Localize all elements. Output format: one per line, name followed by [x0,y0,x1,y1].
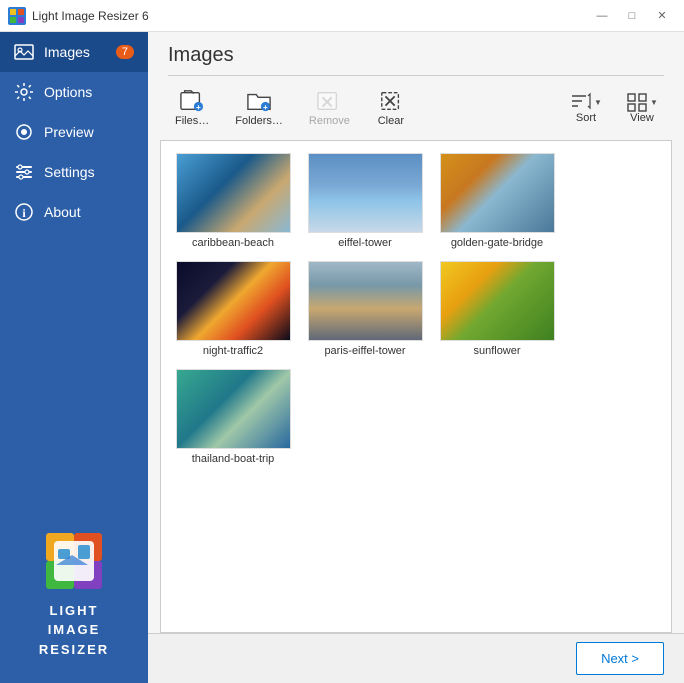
settings-icon [14,162,34,182]
list-item[interactable]: sunflower [437,261,557,357]
page-title: Images [168,44,664,67]
image-label: night-traffic2 [203,345,263,357]
list-item[interactable]: night-traffic2 [173,261,293,357]
remove-icon [317,89,341,113]
folders-label: Folders… [235,115,283,127]
remove-label: Remove [309,115,350,127]
image-thumbnail [308,261,423,341]
window-controls: — □ ✕ [588,5,676,27]
images-icon [14,42,34,62]
folders-button[interactable]: + Folders… [224,82,294,134]
image-label: eiffel-tower [338,237,392,249]
minimize-button[interactable]: — [588,5,616,27]
app-icon [8,7,26,25]
logo-text: LIGHTIMAGERESIZER [39,601,109,660]
sort-label: Sort [576,112,596,124]
clear-label: Clear [378,115,404,127]
bottom-bar: Next > [148,633,684,683]
content-header: Images [148,32,684,76]
image-grid-container[interactable]: caribbean-beach eiffel-tower golden-gate-b… [160,140,672,633]
sidebar-preview-label: Preview [44,124,94,140]
view-button[interactable]: ▼ View [616,85,668,131]
folders-icon: + [247,89,271,113]
main-layout: Images 7 Options [0,32,684,683]
about-icon: i [14,202,34,222]
options-icon [14,82,34,102]
svg-text:i: i [22,206,26,220]
list-item[interactable]: paris-eiffel-tower [305,261,425,357]
list-item[interactable]: golden-gate-bridge [437,153,557,249]
close-button[interactable]: ✕ [648,5,676,27]
image-label: thailand-boat-trip [192,453,275,465]
app-title: Light Image Resizer 6 [32,9,588,23]
sidebar-settings-label: Settings [44,164,95,180]
svg-text:+: + [263,102,268,112]
image-thumbnail [176,153,291,233]
view-dropdown-arrow: ▼ [650,98,658,107]
toolbar: + Files… + Folders… [148,76,684,140]
images-badge: 7 [116,45,134,59]
sidebar-about-label: About [44,204,81,220]
next-button[interactable]: Next > [576,642,664,675]
sort-icon [570,92,592,112]
list-item[interactable]: caribbean-beach [173,153,293,249]
image-label: sunflower [473,345,520,357]
titlebar: Light Image Resizer 6 — □ ✕ [0,0,684,32]
image-thumbnail [440,153,555,233]
sidebar-nav: Images 7 Options [0,32,148,509]
sort-button[interactable]: ▼ Sort [560,85,612,131]
sidebar-item-options[interactable]: Options [0,72,148,112]
clear-button[interactable]: Clear [365,82,417,134]
files-button[interactable]: + Files… [164,82,220,134]
list-item[interactable]: thailand-boat-trip [173,369,293,465]
image-label: paris-eiffel-tower [324,345,405,357]
sidebar-images-label: Images [44,44,90,60]
sidebar: Images 7 Options [0,32,148,683]
sort-dropdown-arrow: ▼ [594,98,602,107]
sidebar-options-label: Options [44,84,92,100]
content-area: Images + Files… [148,32,684,683]
sidebar-item-about[interactable]: i About [0,192,148,232]
image-thumbnail [176,369,291,449]
logo-image [42,529,106,593]
files-label: Files… [175,115,209,127]
clear-icon [379,89,403,113]
image-label: caribbean-beach [192,237,274,249]
list-item[interactable]: eiffel-tower [305,153,425,249]
image-grid: caribbean-beach eiffel-tower golden-gate-b… [173,153,659,465]
view-label: View [630,112,654,124]
preview-icon [14,122,34,142]
svg-text:+: + [196,102,201,112]
view-icon [626,92,648,112]
image-thumbnail [308,153,423,233]
image-label: golden-gate-bridge [451,237,543,249]
image-thumbnail [176,261,291,341]
image-thumbnail [440,261,555,341]
files-icon: + [180,89,204,113]
sidebar-item-preview[interactable]: Preview [0,112,148,152]
sidebar-item-images[interactable]: Images 7 [0,32,148,72]
sidebar-logo: LIGHTIMAGERESIZER [0,509,148,683]
sidebar-item-settings[interactable]: Settings [0,152,148,192]
remove-button[interactable]: Remove [298,82,361,134]
maximize-button[interactable]: □ [618,5,646,27]
